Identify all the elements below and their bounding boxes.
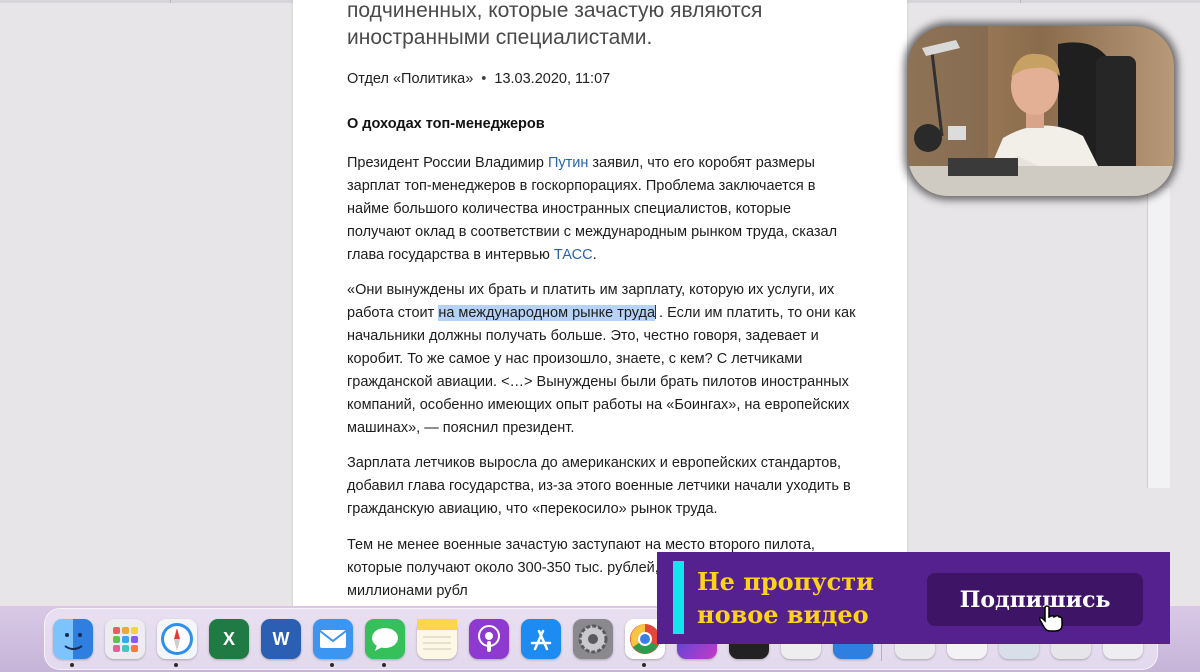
running-indicator [382,663,386,667]
paragraph-1: Президент России Владимир Путин заявил, … [347,152,857,267]
word-icon[interactable]: W [261,619,301,659]
app-store-icon[interactable] [521,619,561,659]
messages-icon[interactable] [365,619,405,659]
banner-line-1: Не пропусти [697,567,874,596]
running-indicator [330,663,334,667]
article-date: 13.03.2020, 11:07 [494,71,611,87]
side-panel-edge [1147,188,1170,488]
mail-icon[interactable] [313,619,353,659]
webcam-presenter-image [908,26,1174,196]
podcasts-icon[interactable] [469,619,509,659]
banner-line-2: новое видео [697,600,869,629]
running-indicator [70,663,74,667]
paragraph-3: Зарплата летчиков выросла до американски… [347,455,851,517]
link-tass[interactable]: ТАСС [554,247,593,263]
selected-text[interactable]: на международном рынке труда [438,305,656,321]
article-page: топ-менеджеры не могут получать меньше с… [293,0,907,606]
article-subheading: О доходах топ-менеджеров [347,116,545,132]
subscribe-button[interactable]: Подпишись [927,573,1143,626]
banner-text: Не пропусти новое видео [697,565,917,631]
text: Президент России Владимир [347,155,548,171]
text-cursor-icon [655,305,658,319]
article-lead: топ-менеджеры не могут получать меньше с… [347,0,763,49]
running-indicator [174,663,178,667]
webcam-overlay [908,26,1174,196]
safari-icon[interactable] [157,619,197,659]
text: . Если им платить, то они как начальники… [347,305,856,436]
link-putin[interactable]: Путин [548,155,588,171]
excel-icon[interactable]: X [209,619,249,659]
notes-icon[interactable] [417,619,457,659]
finder-icon[interactable] [53,619,93,659]
text: . [592,247,597,263]
article-department[interactable]: Отдел «Политика» [347,71,473,87]
launchpad-icon[interactable] [105,619,145,659]
system-preferences-icon[interactable] [573,619,613,659]
running-indicator [642,663,646,667]
banner-accent-bar [673,561,684,634]
article-meta: Отдел «Политика» • 13.03.2020, 11:07 [347,71,857,87]
paragraph-2: «Они вынуждены их брать и платить им зар… [347,279,857,440]
pointer-hand-icon [1039,605,1063,632]
separator-dot: • [481,71,487,87]
